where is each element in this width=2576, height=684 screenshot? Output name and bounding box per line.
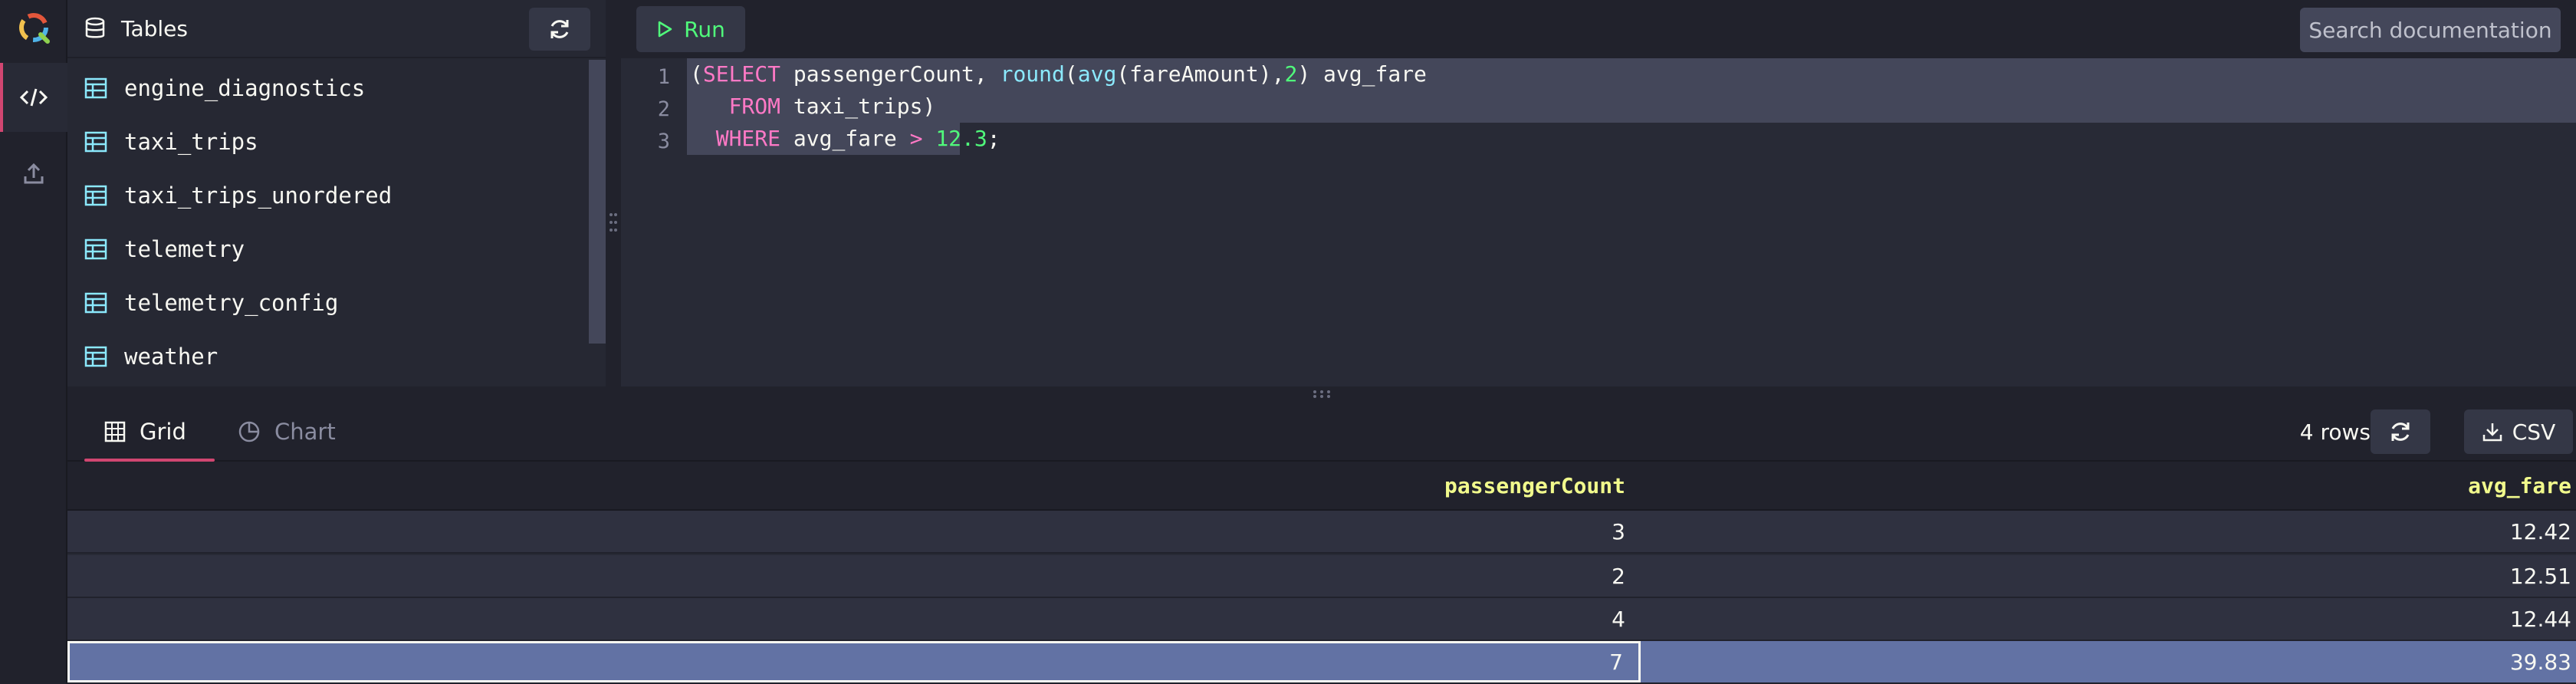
drag-handle-icon — [610, 213, 617, 232]
import-nav-button[interactable] — [0, 140, 67, 209]
app-logo-icon — [17, 11, 51, 44]
line-number-gutter: 1 2 3 — [621, 58, 687, 386]
refresh-tables-button[interactable] — [529, 8, 590, 51]
table-item-taxi-trips[interactable]: taxi_trips — [67, 115, 589, 169]
table-icon — [84, 131, 107, 153]
editor-toolbar: Run Search documentation — [621, 0, 2576, 58]
table-icon — [84, 185, 107, 206]
tables-scrollbar[interactable] — [589, 60, 606, 344]
code-line[interactable]: FROM taxi_trips) — [690, 90, 936, 123]
grid-header-row: passengerCount avg_fare — [67, 462, 2576, 511]
play-icon — [658, 21, 672, 38]
sql-token: > — [909, 126, 923, 151]
code-line[interactable]: (SELECT passengerCount, round(avg(fareAm… — [690, 58, 1427, 90]
line-number: 2 — [657, 97, 670, 121]
horizontal-resize-handle[interactable] — [67, 386, 2576, 402]
table-item-telemetry-config[interactable]: telemetry_config — [67, 276, 589, 330]
download-csv-label: CSV — [2512, 419, 2556, 445]
refresh-icon — [550, 20, 569, 38]
sql-token: ( — [690, 61, 703, 87]
grid-cell[interactable]: 12.42 — [1641, 511, 2576, 552]
row-count: 4 rows — [2299, 419, 2371, 445]
tables-panel-header: Tables — [67, 0, 606, 58]
refresh-icon — [2391, 423, 2410, 441]
tab-chart-label: Chart — [274, 419, 336, 445]
table-name: taxi_trips_unordered — [124, 183, 393, 209]
table-row[interactable]: 3 12.42 — [67, 511, 2576, 554]
drag-handle-icon — [1313, 390, 1330, 398]
sql-token: FROM — [728, 94, 781, 119]
code-icon — [20, 88, 48, 107]
grid-cell[interactable]: 3 — [67, 511, 1641, 552]
tab-grid[interactable]: Grid — [84, 402, 215, 462]
vertical-resize-handle[interactable] — [606, 58, 621, 386]
table-icon — [84, 292, 107, 314]
icon-rail — [0, 0, 67, 684]
grid-cell[interactable]: 39.83 — [1641, 641, 2576, 682]
grid-icon — [104, 421, 126, 442]
grid-cell[interactable]: 2 — [67, 555, 1641, 597]
tables-list: engine_diagnostics taxi_trips taxi_trips… — [67, 61, 589, 383]
tables-panel: Tables engine_diagnostics taxi_trips tax… — [67, 0, 606, 386]
search-documentation-button[interactable]: Search documentation — [2300, 8, 2561, 52]
tables-panel-title: Tables — [121, 15, 188, 41]
table-row[interactable]: 4 12.44 — [67, 598, 2576, 641]
table-item-taxi-trips-unordered[interactable]: taxi_trips_unordered — [67, 169, 589, 222]
sql-token: SELECT — [702, 61, 781, 87]
sql-token: ; — [987, 126, 1001, 151]
upload-icon — [24, 163, 44, 184]
table-item-weather[interactable]: weather — [67, 330, 589, 383]
column-header-avg-fare[interactable]: avg_fare — [1641, 462, 2576, 509]
line-number: 3 — [657, 130, 670, 153]
grid-cell[interactable]: 12.51 — [1641, 555, 2576, 597]
results-toolbar: Grid Chart 4 rows CSV — [67, 402, 2576, 462]
table-row-selected[interactable]: 7 39.83 — [67, 641, 2576, 684]
table-name: telemetry_config — [124, 290, 339, 316]
table-name: telemetry — [124, 236, 245, 262]
line-number: 1 — [657, 65, 670, 89]
grid-cell-focused[interactable]: 7 — [67, 641, 1641, 682]
sql-token: 12.3 — [935, 126, 987, 151]
sql-token: passengerCount, — [780, 61, 1001, 87]
table-name: weather — [124, 344, 219, 370]
table-row[interactable]: 2 12.51 — [67, 555, 2576, 598]
table-item-telemetry[interactable]: telemetry — [67, 222, 589, 276]
table-name: engine_diagnostics — [124, 75, 366, 101]
sql-token: round — [1000, 61, 1065, 87]
sql-token: ( — [1064, 61, 1078, 87]
grid-cell[interactable]: 12.44 — [1641, 598, 2576, 640]
table-item-engine-diagnostics[interactable]: engine_diagnostics — [67, 61, 589, 115]
database-icon — [85, 17, 105, 38]
sql-token: WHERE — [715, 126, 781, 151]
refresh-results-button[interactable] — [2371, 409, 2430, 454]
grid-cell[interactable]: 4 — [67, 598, 1641, 640]
column-header-passengercount[interactable]: passengerCount — [67, 462, 1641, 509]
sql-token: ) avg_fare — [1297, 61, 1427, 87]
table-name: taxi_trips — [124, 129, 258, 155]
sql-token: avg — [1077, 61, 1117, 87]
download-icon — [2482, 423, 2502, 442]
sql-token: (fareAmount), — [1116, 61, 1285, 87]
table-icon — [84, 238, 107, 260]
sql-token: 2 — [1284, 61, 1298, 87]
sql-editor[interactable]: 1 2 3 (SELECT passengerCount, round(avg(… — [621, 58, 2576, 386]
pie-chart-icon — [238, 421, 260, 442]
code-line[interactable]: WHERE avg_fare > 12.3; — [690, 123, 1001, 155]
download-csv-button[interactable]: CSV — [2464, 409, 2573, 454]
sql-token: taxi_trips) — [780, 94, 936, 119]
code-editor-nav-button[interactable] — [0, 63, 67, 132]
tab-grid-label: Grid — [140, 419, 186, 445]
search-documentation-label: Search documentation — [2308, 17, 2552, 43]
sql-token: avg_fare — [780, 126, 910, 151]
table-icon — [84, 77, 107, 99]
table-icon — [84, 346, 107, 367]
run-button[interactable]: Run — [636, 6, 745, 52]
results-grid: passengerCount avg_fare 3 12.42 2 12.51 … — [67, 462, 2576, 684]
run-button-label: Run — [684, 16, 725, 42]
tab-chart[interactable]: Chart — [218, 402, 356, 462]
